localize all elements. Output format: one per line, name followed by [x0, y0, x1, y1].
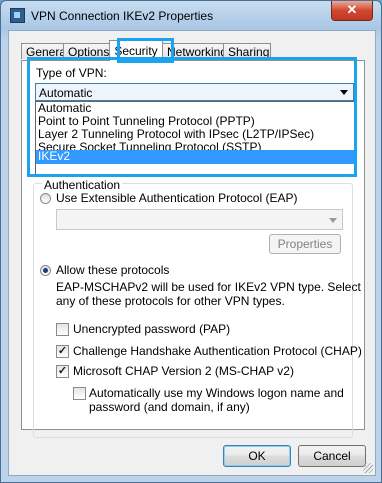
- window-title: VPN Connection IKEv2 Properties: [31, 9, 214, 23]
- pap-checkbox[interactable]: [56, 323, 69, 336]
- tab-general[interactable]: General: [21, 43, 69, 59]
- eap-label: Use Extensible Authentication Protocol (…: [56, 191, 298, 205]
- mschap-label: Microsoft CHAP Version 2 (MS-CHAP v2): [73, 364, 294, 378]
- authentication-group-label: Authentication: [42, 180, 123, 190]
- close-button[interactable]: ✕: [331, 1, 373, 21]
- vpn-option-ikev2[interactable]: IKEv2: [36, 150, 355, 164]
- title-bar[interactable]: VPN Connection IKEv2 Properties ✕: [1, 1, 381, 29]
- resize-grip[interactable]: [363, 463, 373, 473]
- auto-logon-checkbox[interactable]: [73, 387, 86, 400]
- allow-protocols-label: Allow these protocols: [56, 263, 170, 277]
- tab-networking[interactable]: Networking: [162, 43, 227, 59]
- chevron-down-icon: [340, 90, 348, 95]
- ikev2-note-line2: any of these protocols for other VPN typ…: [56, 294, 285, 308]
- eap-radio[interactable]: [40, 193, 51, 204]
- auto-logon-line1: Automatically use my Windows logon name …: [89, 386, 344, 400]
- ikev2-note-line1: EAP-MSCHAPv2 will be used for IKEv2 VPN …: [56, 280, 361, 294]
- vpn-type-dropdown: Automatic Point to Point Tunneling Proto…: [35, 101, 356, 175]
- chap-label: Challenge Handshake Authentication Proto…: [73, 344, 362, 358]
- allow-protocols-radio[interactable]: [40, 265, 51, 276]
- auto-logon-line2: password (and domain, if any): [89, 400, 250, 414]
- network-icon: [10, 8, 25, 23]
- vpn-type-combo[interactable]: Automatic: [35, 83, 354, 101]
- vpn-type-label: Type of VPN:: [36, 66, 107, 80]
- cancel-button[interactable]: Cancel: [298, 445, 366, 467]
- tab-options[interactable]: Options: [63, 43, 110, 59]
- tab-sharing[interactable]: Sharing: [223, 43, 271, 59]
- tab-security[interactable]: Security: [109, 40, 163, 61]
- eap-method-combo[interactable]: [56, 209, 343, 230]
- vpn-option-l2tp[interactable]: Layer 2 Tunneling Protocol with IPsec (L…: [36, 128, 355, 141]
- chevron-down-icon: [329, 218, 337, 223]
- chap-checkbox[interactable]: ✓: [56, 345, 69, 358]
- ok-button[interactable]: OK: [223, 445, 291, 467]
- vpn-option-sstp[interactable]: Secure Socket Tunneling Protocol (SSTP): [36, 141, 355, 150]
- vpn-type-selected: Automatic: [39, 86, 93, 100]
- mschap-checkbox[interactable]: ✓: [56, 365, 69, 378]
- eap-properties-button[interactable]: Properties: [269, 234, 341, 254]
- pap-label: Unencrypted password (PAP): [73, 322, 231, 336]
